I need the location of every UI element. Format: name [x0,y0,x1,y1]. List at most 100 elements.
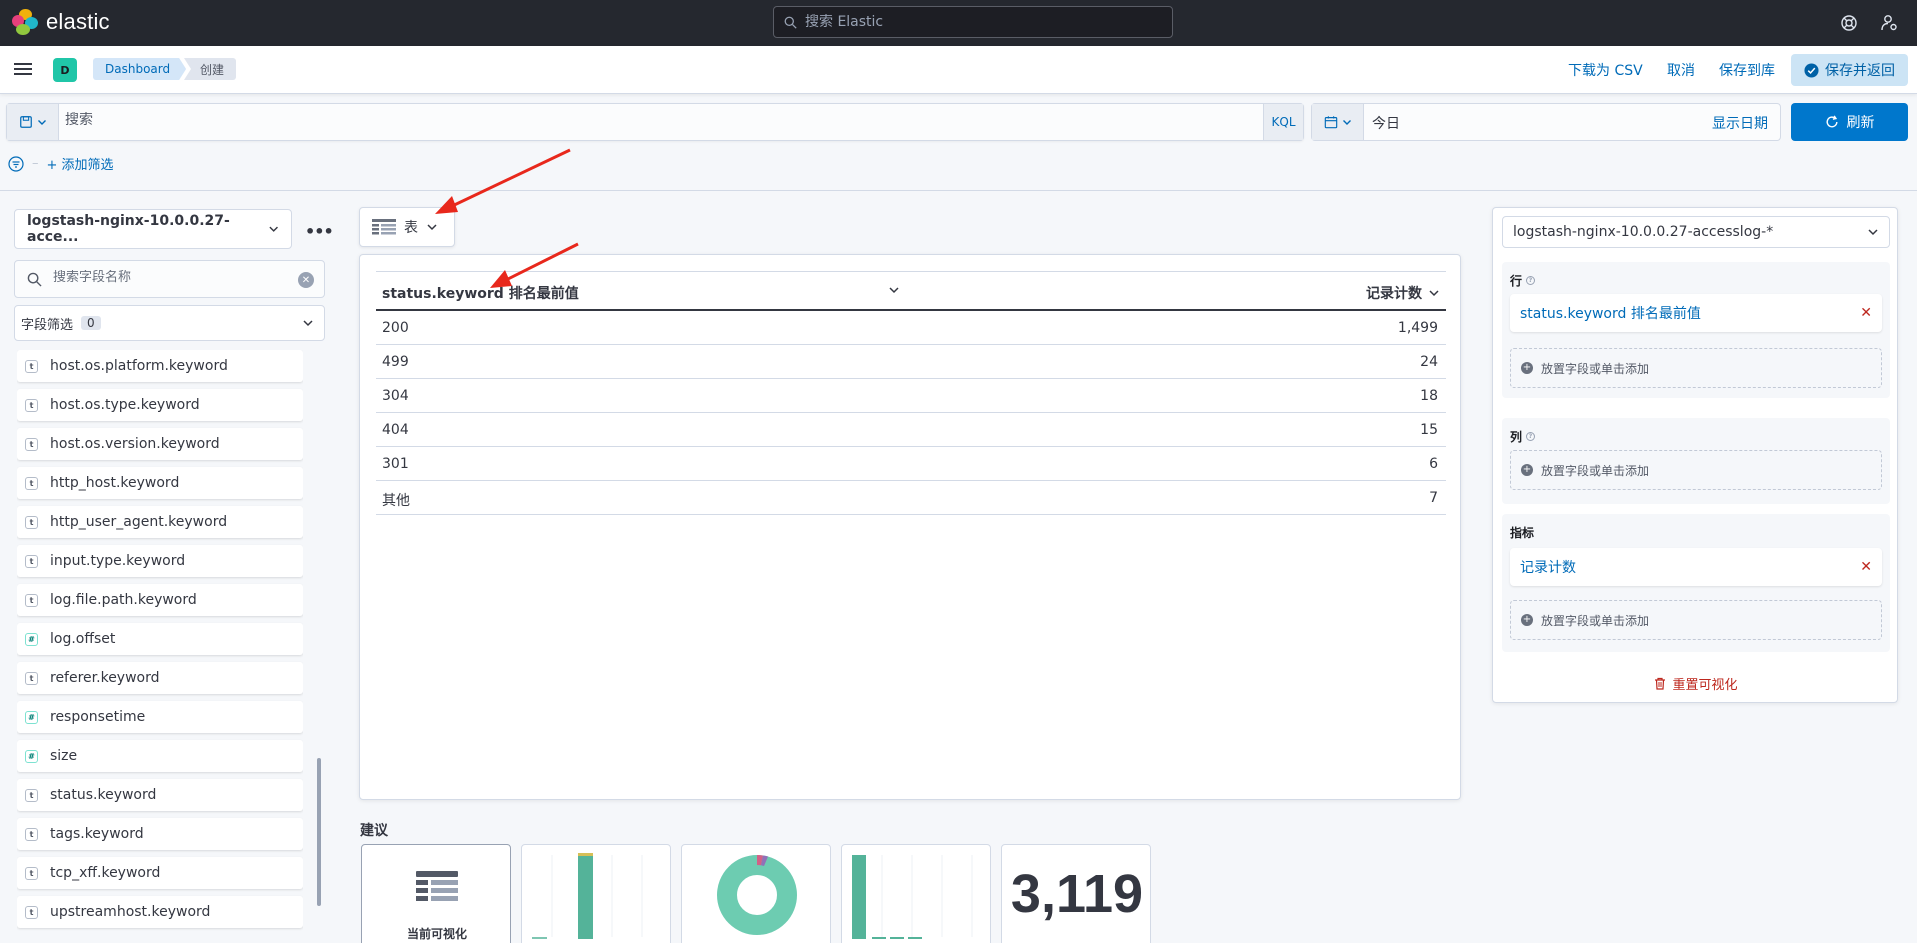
field-item[interactable]: # responsetime [17,701,303,733]
filter-icon[interactable] [8,155,24,172]
field-item[interactable]: t tags.keyword [17,818,303,850]
suggestion-bar-chart[interactable] [521,844,671,943]
columns-drop-zone[interactable]: + 放置字段或单击添加 [1510,450,1882,490]
menu-toggle-icon[interactable] [14,60,34,80]
field-item[interactable]: # log.offset [17,623,303,655]
cancel-link[interactable]: 取消 [1667,60,1695,80]
field-item[interactable]: t host.os.platform.keyword [17,350,303,382]
field-list-scrollbar[interactable] [317,758,321,906]
query-bar: KQL [6,103,1304,141]
field-name: host.os.type.keyword [50,397,200,413]
save-query-icon [19,116,32,128]
help-icon[interactable]: ? [1526,432,1536,441]
table-row: 304 18 [376,379,1446,413]
status-cell: 404 [382,422,409,438]
field-item[interactable]: t host.os.type.keyword [17,389,303,421]
columns-label: 列? [1510,428,1536,445]
space-avatar[interactable]: D [53,58,77,82]
metrics-group: 指标 记录计数 ✕ + 放置字段或单击添加 [1502,514,1890,652]
reset-visualization-button[interactable]: 重置可视化 [1493,674,1899,693]
remove-icon[interactable]: ✕ [1860,305,1872,321]
field-item[interactable]: t upstreamhost.keyword [17,896,303,928]
plus-circle-icon: + [1521,362,1533,374]
field-item[interactable]: t tcp_xff.keyword [17,857,303,889]
date-picker: 今日 显示日期 [1311,103,1781,141]
metrics-field-count[interactable]: 记录计数 ✕ [1510,548,1882,586]
suggestion-metric[interactable]: 3,119 [1001,844,1151,943]
columns-drop-hint: 放置字段或单击添加 [1541,463,1650,478]
rows-drop-zone[interactable]: + 放置字段或单击添加 [1510,348,1882,388]
field-item[interactable]: # size [17,740,303,772]
search-icon [784,16,797,29]
save-and-return-button[interactable]: 保存并返回 [1791,54,1908,86]
suggestion-current-label: 当前可视化 [406,927,467,941]
metrics-label: 指标 [1510,524,1534,541]
chevron-down-icon [1429,290,1439,297]
field-name: log.file.path.keyword [50,592,197,608]
chevron-down-icon[interactable] [888,284,900,296]
save-to-library-link[interactable]: 保存到库 [1719,60,1775,80]
field-item[interactable]: t http_user_agent.keyword [17,506,303,538]
search-icon [27,272,42,287]
refresh-button[interactable]: 刷新 [1791,103,1908,141]
add-filter-link[interactable]: + 添加筛选 [47,154,114,173]
number-type-icon: # [25,710,38,724]
donut-chart-icon [717,855,797,935]
rows-field-status[interactable]: status.keyword 排名最前值 ✕ [1510,294,1882,332]
help-icon[interactable]: ? [1526,276,1536,285]
query-input[interactable] [65,112,965,128]
user-menu-icon[interactable] [1878,12,1900,34]
rows-group: 行? status.keyword 排名最前值 ✕ + 放置字段或单击添加 [1502,262,1890,398]
field-filter-count-badge: 0 [81,316,101,330]
breadcrumb-dashboard[interactable]: Dashboard [93,58,186,80]
field-filter-toggle[interactable]: 字段筛选 0 [14,305,325,341]
bar-chart-icon [532,853,643,939]
column-header-status[interactable]: status.keyword 排名最前值 [382,283,579,303]
query-language-button[interactable]: KQL [1263,104,1303,140]
rows-field-label: status.keyword 排名最前值 [1520,306,1701,322]
breadcrumb-create: 创建 [184,58,237,80]
suggestion-vertical-bar-chart[interactable] [841,844,991,943]
suggestion-current[interactable]: 当前可视化 [361,844,511,943]
layer-index-pattern-select[interactable]: logstash-nginx-10.0.0.27-accesslog-* [1502,216,1890,248]
chevron-down-icon [1342,120,1351,125]
status-cell: 301 [382,456,409,472]
clear-search-icon[interactable]: ✕ [298,272,314,288]
count-cell: 24 [1420,354,1438,370]
field-item[interactable]: t input.type.keyword [17,545,303,577]
metrics-field-label: 记录计数 [1520,560,1576,576]
visualization-type-switcher[interactable]: 表 [359,207,455,247]
help-icon[interactable] [1838,12,1860,34]
elastic-logo[interactable]: elastic [12,9,110,35]
metrics-drop-zone[interactable]: + 放置字段或单击添加 [1510,600,1882,640]
field-item[interactable]: t host.os.version.keyword [17,428,303,460]
more-options-icon[interactable]: ••• [305,222,334,241]
field-name: upstreamhost.keyword [50,904,211,920]
rows-label: 行? [1510,272,1536,289]
date-range-text[interactable]: 今日 [1372,113,1400,133]
suggestions-title: 建议 [360,823,388,839]
column-header-count[interactable]: 记录计数 [1366,283,1440,303]
index-pattern-select[interactable]: logstash-nginx-10.0.0.27-acce... [14,209,292,249]
show-dates-link[interactable]: 显示日期 [1712,113,1768,133]
field-search-input[interactable] [53,270,293,285]
field-item[interactable]: t log.file.path.keyword [17,584,303,616]
field-name: host.os.version.keyword [50,436,220,452]
field-item[interactable]: t status.keyword [17,779,303,811]
field-item[interactable]: t http_host.keyword [17,467,303,499]
remove-icon[interactable]: ✕ [1860,559,1872,575]
global-search[interactable] [773,6,1173,38]
status-cell: 304 [382,388,409,404]
table-icon [372,219,396,235]
saved-query-button[interactable] [7,104,59,140]
metrics-drop-hint: 放置字段或单击添加 [1541,613,1650,628]
download-csv-link[interactable]: 下载为 CSV [1568,60,1643,80]
field-item[interactable]: t referer.keyword [17,662,303,694]
field-name: tcp_xff.keyword [50,865,161,881]
save-and-return-label: 保存并返回 [1825,63,1895,79]
elastic-logo-icon [12,9,38,35]
quick-date-button[interactable] [1312,104,1364,140]
field-name: http_host.keyword [50,475,180,491]
suggestion-donut-chart[interactable] [681,844,831,943]
global-search-input[interactable] [805,14,1145,30]
